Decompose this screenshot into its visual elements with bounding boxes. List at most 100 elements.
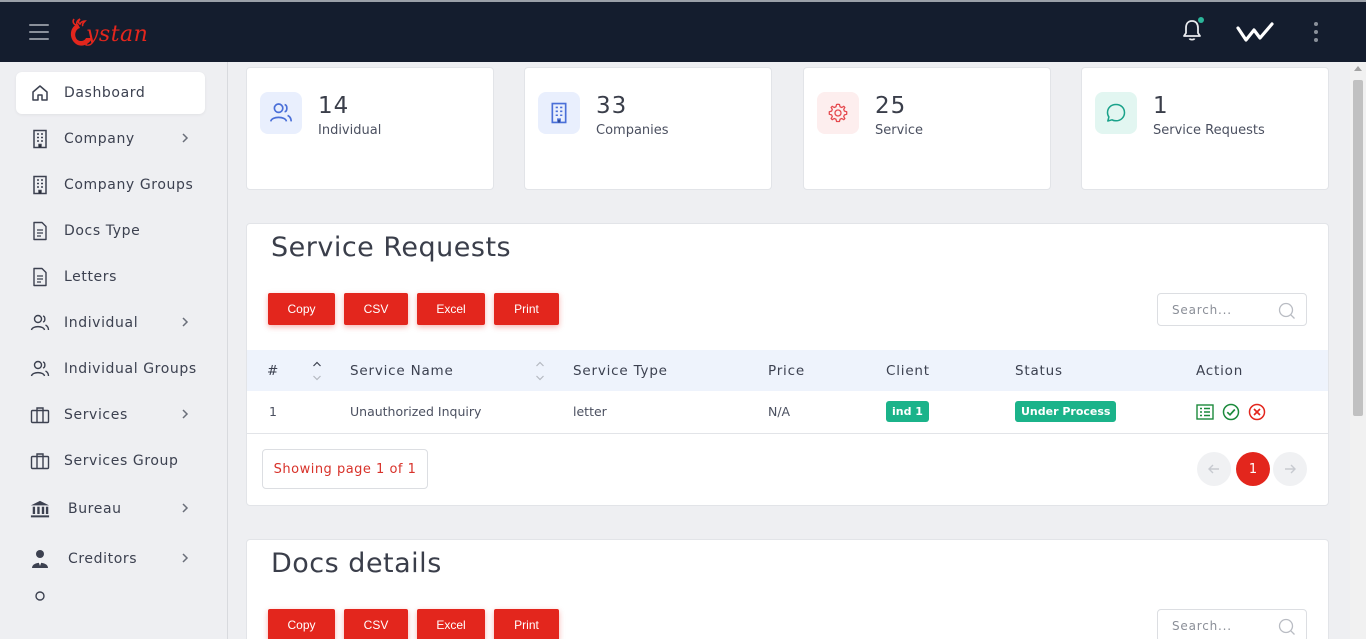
notification-dot	[1198, 17, 1204, 23]
panel-title: Service Requests	[271, 232, 512, 263]
logo-mark-icon	[70, 18, 92, 46]
sidebar-item-label: Docs Type	[64, 223, 141, 239]
stat-value: 1	[1153, 93, 1169, 119]
stat-value: 25	[875, 93, 907, 119]
sidebar-item-label: Company Groups	[64, 177, 194, 193]
arrow-right-icon	[1285, 464, 1296, 474]
arrow-left-icon	[1208, 464, 1219, 474]
pagination-page-button[interactable]: 1	[1236, 452, 1270, 486]
view-details-icon[interactable]	[1195, 402, 1215, 422]
sidebar-item-creditors[interactable]: Creditors	[16, 538, 205, 580]
stat-card-service[interactable]: 25 Service	[803, 67, 1051, 190]
building-icon	[30, 175, 50, 195]
stat-value: 33	[596, 93, 628, 119]
table-header: # Service Name Service Type Price Client…	[247, 350, 1328, 391]
csv-button[interactable]: CSV	[344, 293, 408, 325]
column-header-price[interactable]: Price	[768, 363, 805, 379]
cell-service-type: letter	[573, 404, 607, 419]
chevron-right-icon	[181, 502, 189, 518]
stat-label: Individual	[318, 123, 382, 138]
stat-card-individual[interactable]: 14 Individual	[246, 67, 494, 190]
sidebar: Dashboard Company Company Groups Docs Ty…	[0, 62, 228, 639]
search-input[interactable]: Search...	[1157, 293, 1307, 326]
column-header-number[interactable]: #	[267, 363, 279, 379]
users-icon	[30, 313, 50, 333]
stat-value: 14	[318, 93, 350, 119]
column-header-status[interactable]: Status	[1015, 363, 1063, 379]
sidebar-item-services[interactable]: Services	[16, 394, 205, 436]
copy-button[interactable]: Copy	[268, 293, 335, 325]
stat-label: Service	[875, 123, 924, 138]
search-icon	[1278, 302, 1296, 323]
column-header-client[interactable]: Client	[886, 363, 930, 379]
sidebar-item-partial[interactable]	[16, 586, 205, 606]
briefcase-icon	[30, 405, 50, 425]
user-avatar-logo[interactable]	[1236, 20, 1274, 48]
sidebar-item-label: Company	[64, 131, 135, 147]
sidebar-item-label: Letters	[64, 269, 118, 285]
sidebar-item-docs-type[interactable]: Docs Type	[16, 210, 205, 252]
sidebar-item-individual-groups[interactable]: Individual Groups	[16, 348, 205, 390]
excel-button[interactable]: Excel	[417, 609, 485, 639]
person-icon	[30, 586, 50, 606]
panel-title: Docs details	[271, 548, 442, 579]
stat-card-service-requests[interactable]: 1 Service Requests	[1081, 67, 1329, 190]
client-badge[interactable]: ind 1	[886, 401, 929, 422]
cell-service-name: Unauthorized Inquiry	[350, 404, 482, 419]
sidebar-item-label: Creditors	[68, 551, 138, 567]
scroll-up-arrow-icon[interactable]	[1354, 66, 1362, 71]
chevron-right-icon	[181, 316, 189, 332]
stat-card-companies[interactable]: 33 Companies	[524, 67, 772, 190]
sidebar-item-label: Bureau	[68, 501, 122, 517]
approve-icon[interactable]	[1221, 402, 1241, 422]
search-icon	[1278, 618, 1296, 639]
bank-icon	[30, 499, 50, 519]
sidebar-item-services-group[interactable]: Services Group	[16, 440, 205, 482]
excel-button[interactable]: Excel	[417, 293, 485, 325]
home-icon	[30, 83, 50, 103]
search-placeholder: Search...	[1172, 618, 1232, 633]
sidebar-item-individual[interactable]: Individual	[16, 302, 205, 344]
more-options-icon[interactable]	[1314, 22, 1320, 46]
page-scrollbar[interactable]	[1350, 62, 1366, 639]
print-button[interactable]: Print	[494, 609, 559, 639]
reject-icon[interactable]	[1247, 402, 1267, 422]
pagination-info: Showing page 1 of 1	[262, 449, 428, 489]
document-icon	[30, 221, 50, 241]
sort-icon[interactable]	[535, 360, 545, 382]
notification-bell-icon[interactable]	[1181, 17, 1205, 44]
sidebar-item-dashboard[interactable]: Dashboard	[16, 72, 205, 114]
building-icon	[30, 129, 50, 149]
users-icon	[30, 359, 50, 379]
hamburger-menu-icon[interactable]	[29, 24, 49, 40]
brand-logo[interactable]: ystan	[66, 16, 148, 52]
pagination-next-button[interactable]	[1273, 452, 1307, 486]
stat-label: Service Requests	[1153, 123, 1265, 138]
csv-button[interactable]: CSV	[344, 609, 408, 639]
print-button[interactable]: Print	[494, 293, 559, 325]
column-header-service-name[interactable]: Service Name	[350, 363, 454, 379]
main-content: 14 Individual 33 Companies 25 Service 1 …	[228, 62, 1350, 639]
sidebar-item-company-groups[interactable]: Company Groups	[16, 164, 205, 206]
top-navbar: ystan	[0, 0, 1366, 62]
docs-details-panel: Docs details Copy CSV Excel Print Search…	[246, 539, 1329, 639]
scrollbar-thumb[interactable]	[1353, 80, 1363, 416]
sort-icon[interactable]	[312, 360, 322, 382]
chevron-right-icon	[181, 408, 189, 424]
pagination-prev-button[interactable]	[1197, 452, 1231, 486]
sidebar-item-letters[interactable]: Letters	[16, 256, 205, 298]
column-header-action[interactable]: Action	[1196, 363, 1243, 379]
sidebar-item-label: Individual	[64, 315, 139, 331]
status-badge: Under Process	[1015, 401, 1117, 422]
sidebar-item-bureau[interactable]: Bureau	[16, 488, 205, 530]
document-icon	[30, 267, 50, 287]
cell-number: 1	[269, 404, 277, 419]
chevron-right-icon	[181, 552, 189, 568]
stat-label: Companies	[596, 123, 669, 138]
sidebar-item-company[interactable]: Company	[16, 118, 205, 160]
gear-icon	[817, 92, 859, 134]
sidebar-item-label: Services	[64, 407, 128, 423]
column-header-service-type[interactable]: Service Type	[573, 363, 668, 379]
copy-button[interactable]: Copy	[268, 609, 335, 639]
search-input[interactable]: Search...	[1157, 609, 1307, 639]
